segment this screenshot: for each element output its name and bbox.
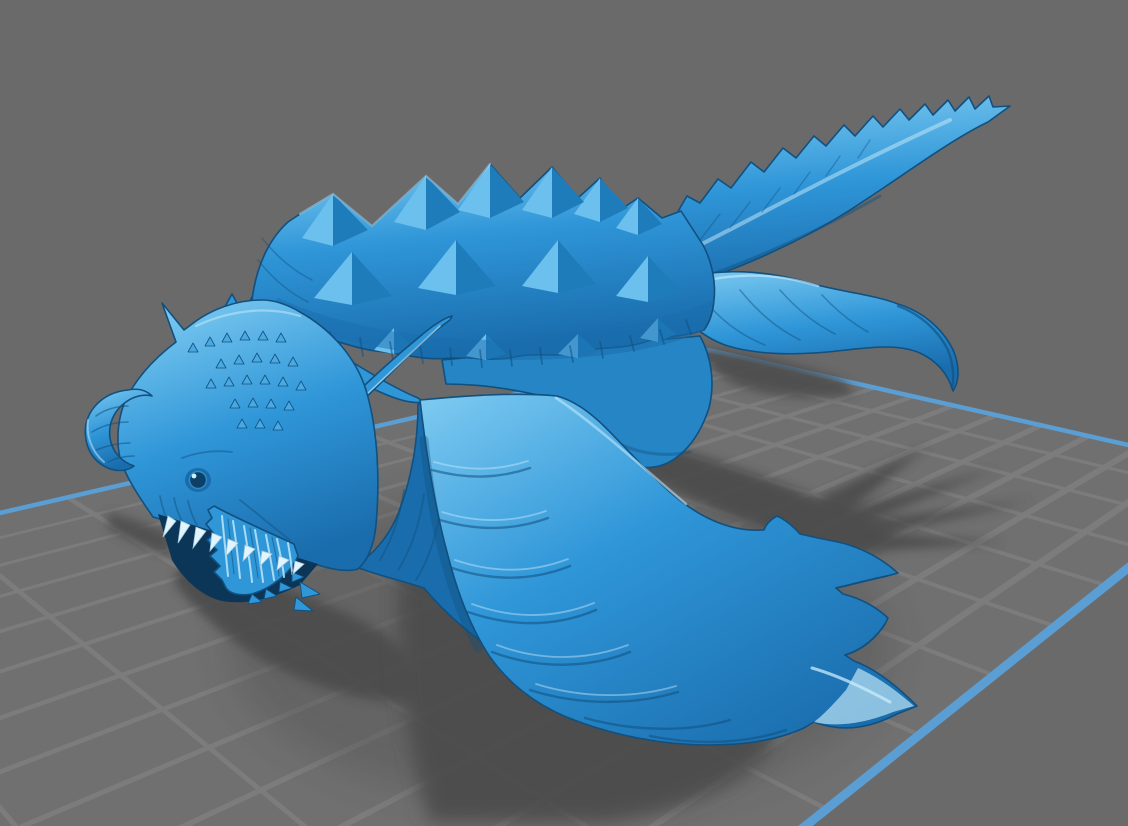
viewer-stage bbox=[0, 0, 1128, 826]
model-viewport[interactable] bbox=[0, 0, 1128, 826]
eye-highlight bbox=[192, 474, 197, 479]
model-tail bbox=[666, 96, 1010, 292]
head-eye bbox=[185, 468, 211, 492]
